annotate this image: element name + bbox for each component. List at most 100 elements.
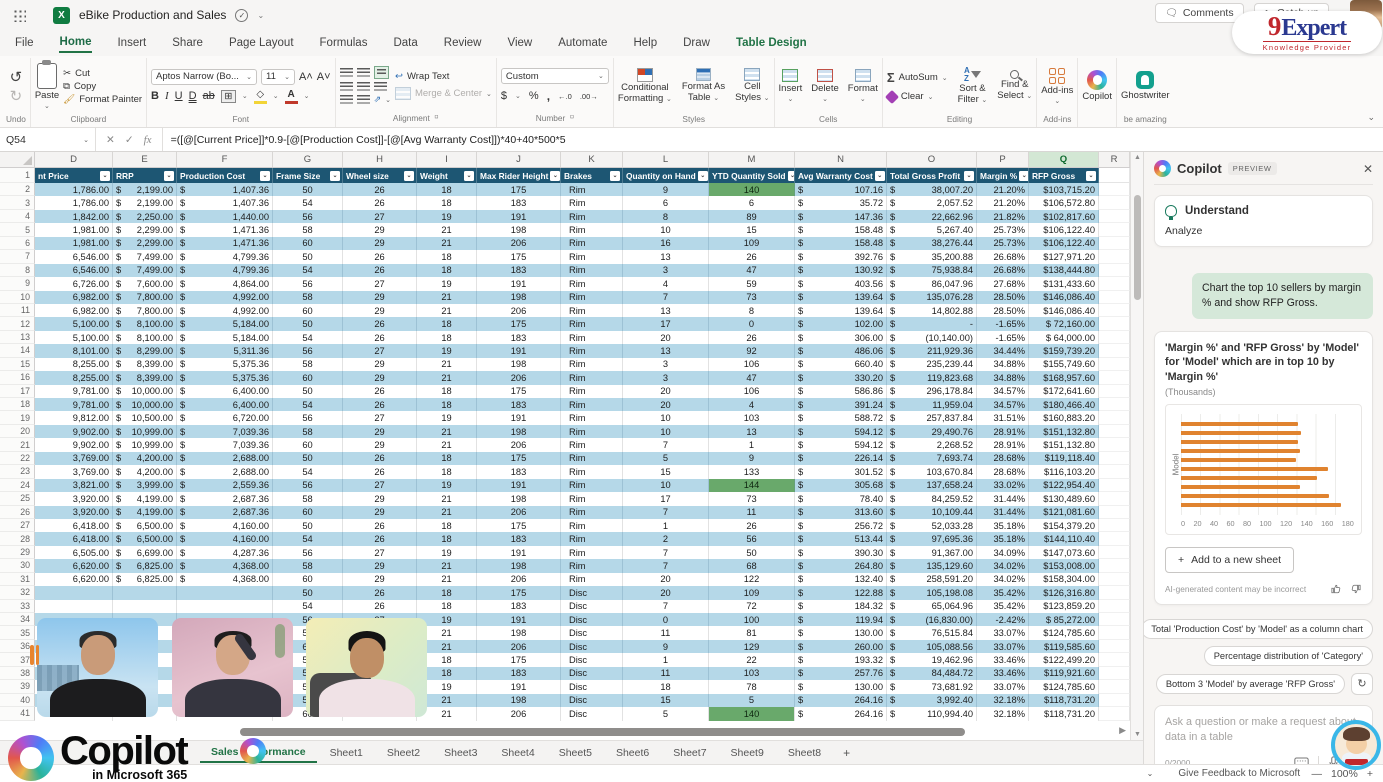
row-header-13[interactable]: 13: [0, 330, 35, 345]
name-box[interactable]: Q54 ⌄: [0, 128, 96, 151]
cell-Q33[interactable]: $123,859.20: [1029, 599, 1099, 613]
cut-button[interactable]: ✂ Cut: [63, 68, 142, 79]
cell-Q41[interactable]: $118,731.20: [1029, 707, 1099, 721]
feedback-link[interactable]: Give Feedback to Microsoft: [1167, 768, 1312, 779]
cell-F30[interactable]: $4,368.00: [177, 559, 273, 573]
cell-L21[interactable]: 7: [623, 438, 709, 452]
cell-J26[interactable]: 206: [477, 505, 561, 519]
cell-E21[interactable]: $10,999.00: [113, 438, 177, 452]
cell-N41[interactable]: $264.16: [795, 707, 887, 721]
scroll-right-icon[interactable]: ▶: [1119, 725, 1126, 736]
cell-L11[interactable]: 13: [623, 303, 709, 318]
menu-tab-page-layout[interactable]: Page Layout: [228, 34, 295, 52]
cell-R13[interactable]: [1099, 330, 1130, 345]
cell-L41[interactable]: 5: [623, 707, 709, 721]
cell-H6[interactable]: 29: [343, 236, 417, 251]
cell-H5[interactable]: 29: [343, 223, 417, 237]
cell-D12[interactable]: 5,100.00: [35, 317, 113, 331]
column-header-E[interactable]: E: [113, 152, 177, 167]
cell-N2[interactable]: $107.16: [795, 183, 887, 197]
align-right-button[interactable]: [373, 82, 387, 91]
cell-H21[interactable]: 29: [343, 438, 417, 452]
cell-E11[interactable]: $7,800.00: [113, 303, 177, 318]
cell-M38[interactable]: 103: [709, 666, 795, 681]
cell-I14[interactable]: 19: [417, 344, 477, 358]
cell-O10[interactable]: $135,076.28: [887, 290, 977, 304]
cell-M21[interactable]: 1: [709, 438, 795, 452]
cell-Q21[interactable]: $151,132.80: [1029, 438, 1099, 452]
cell-J20[interactable]: 198: [477, 424, 561, 439]
cell-J40[interactable]: 198: [477, 693, 561, 708]
cell-J32[interactable]: 175: [477, 586, 561, 600]
cell-F2[interactable]: $1,407.36: [177, 183, 273, 197]
row-header-7[interactable]: 7: [0, 250, 35, 264]
cell-E19[interactable]: $10,500.00: [113, 411, 177, 425]
row-header-11[interactable]: 11: [0, 303, 35, 318]
cell-Q9[interactable]: $131,433.60: [1029, 277, 1099, 291]
cell-O40[interactable]: $3,992.40: [887, 693, 977, 708]
cell-R23[interactable]: [1099, 465, 1130, 479]
thumbs-up-icon[interactable]: [1330, 583, 1342, 595]
cell-R30[interactable]: [1099, 559, 1130, 573]
cell-K22[interactable]: Rim: [561, 451, 623, 466]
conditional-formatting-button[interactable]: Conditional Formatting ⌄: [618, 67, 672, 105]
cell-R40[interactable]: [1099, 693, 1130, 708]
cell-P15[interactable]: 34.88%: [977, 357, 1029, 372]
cell-Q12[interactable]: $ 72,160.00: [1029, 317, 1099, 331]
cell-R15[interactable]: [1099, 357, 1130, 372]
cell-F25[interactable]: $2,687.36: [177, 492, 273, 506]
cell-I29[interactable]: 19: [417, 545, 477, 560]
cell-K23[interactable]: Rim: [561, 465, 623, 479]
cell-D5[interactable]: 1,981.00: [35, 223, 113, 237]
table-header-max-rider-height[interactable]: Max Rider Height ⌄: [477, 168, 561, 183]
cell-Q36[interactable]: $119,585.60: [1029, 639, 1099, 654]
cell-M11[interactable]: 8: [709, 303, 795, 318]
cell-O25[interactable]: $84,259.52: [887, 492, 977, 506]
cell-H8[interactable]: 26: [343, 263, 417, 278]
cell-M19[interactable]: 103: [709, 411, 795, 425]
cell-E13[interactable]: $8,100.00: [113, 330, 177, 345]
wrap-text-button[interactable]: ↩ Wrap Text: [395, 71, 492, 82]
cell-L30[interactable]: 7: [623, 559, 709, 573]
cell-E20[interactable]: $10,999.00: [113, 424, 177, 439]
cell-N28[interactable]: $513.44: [795, 532, 887, 546]
cell-K40[interactable]: Disc: [561, 693, 623, 708]
menu-tab-insert[interactable]: Insert: [116, 34, 147, 52]
cell-H30[interactable]: 29: [343, 559, 417, 573]
cell-E16[interactable]: $8,399.00: [113, 371, 177, 385]
cell-O33[interactable]: $65,064.96: [887, 599, 977, 613]
cell-F13[interactable]: $5,184.00: [177, 330, 273, 345]
cell-O8[interactable]: $75,938.84: [887, 263, 977, 278]
cell-Q10[interactable]: $146,086.40: [1029, 290, 1099, 304]
filter-dropdown-icon[interactable]: ⌄: [464, 170, 474, 181]
cell-R3[interactable]: [1099, 196, 1130, 210]
cell-K35[interactable]: Disc: [561, 626, 623, 640]
cell-D13[interactable]: 5,100.00: [35, 330, 113, 345]
insert-cells-button[interactable]: Insert ⌄: [779, 69, 802, 103]
cell-K11[interactable]: Rim: [561, 303, 623, 318]
cell-G24[interactable]: 56: [273, 478, 343, 493]
cell-P19[interactable]: 31.51%: [977, 411, 1029, 425]
cell-L23[interactable]: 15: [623, 465, 709, 479]
double-underline-button[interactable]: D: [189, 90, 197, 102]
cell-O39[interactable]: $73,681.92: [887, 680, 977, 694]
row-header-8[interactable]: 8: [0, 263, 35, 278]
cell-M20[interactable]: 13: [709, 424, 795, 439]
row-header-18[interactable]: 18: [0, 398, 35, 412]
cell-E30[interactable]: $6,825.00: [113, 559, 177, 573]
cell-Q16[interactable]: $168,957.60: [1029, 371, 1099, 385]
cell-R29[interactable]: [1099, 545, 1130, 560]
row-header-20[interactable]: 20: [0, 424, 35, 439]
cell-M6[interactable]: 109: [709, 236, 795, 251]
cell-M10[interactable]: 73: [709, 290, 795, 304]
cell-Q17[interactable]: $172,641.60: [1029, 384, 1099, 398]
autosum-button[interactable]: Σ AutoSum ⌄: [887, 70, 948, 85]
sheet-tab-sheet8[interactable]: Sheet8: [777, 744, 832, 762]
row-header-35[interactable]: 35: [0, 626, 35, 640]
refresh-suggestions-button[interactable]: ↻: [1351, 672, 1373, 695]
cell-D20[interactable]: 9,902.00: [35, 424, 113, 439]
cell-R12[interactable]: [1099, 317, 1130, 331]
row-header-2[interactable]: 2: [0, 183, 35, 197]
align-center-button[interactable]: [356, 82, 370, 91]
cell-O21[interactable]: $2,268.52: [887, 438, 977, 452]
